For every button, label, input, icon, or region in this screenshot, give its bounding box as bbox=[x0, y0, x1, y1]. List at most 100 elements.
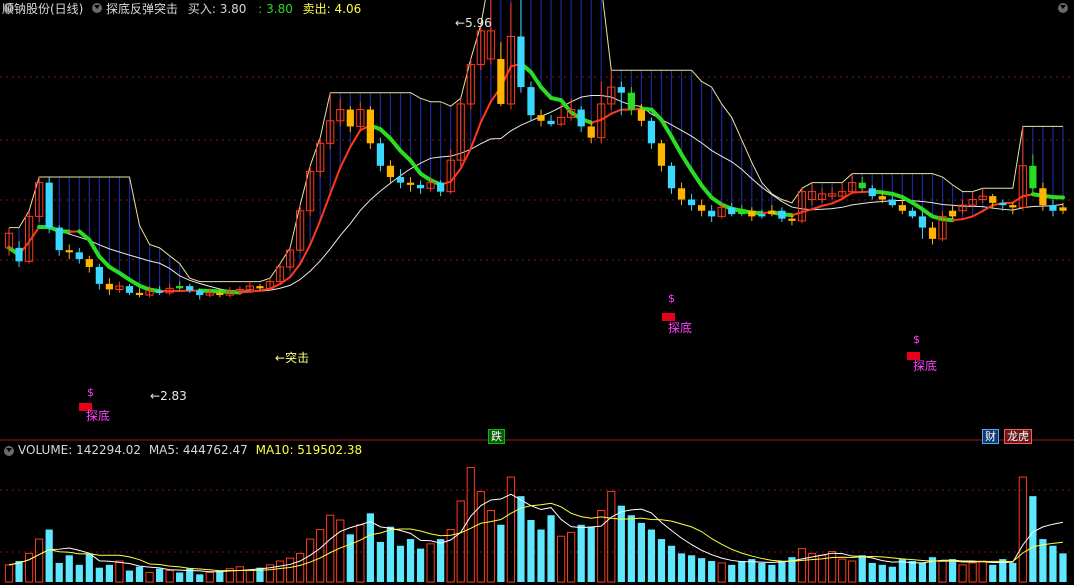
volume-bar bbox=[466, 467, 475, 583]
trend-line-segment bbox=[449, 167, 462, 183]
candle-body bbox=[125, 286, 134, 293]
candle-body bbox=[1029, 165, 1037, 189]
volume-bar bbox=[958, 564, 967, 583]
event-badge-dragon-tiger[interactable]: 龙虎 bbox=[1004, 429, 1032, 444]
stock-name: 顺钠股份(日线) bbox=[2, 2, 84, 16]
dip-label-1: 探底 bbox=[86, 409, 111, 423]
low-price-label: ←2.83 bbox=[150, 389, 187, 403]
candle-body bbox=[105, 283, 114, 290]
volume-bar bbox=[848, 560, 857, 583]
trend-line-segment bbox=[339, 146, 352, 169]
candle-body bbox=[256, 286, 264, 289]
trend-line-segment bbox=[279, 276, 292, 286]
volume-bar bbox=[145, 571, 154, 583]
trend-line-segment bbox=[349, 129, 362, 149]
candle-body bbox=[416, 184, 425, 189]
volume-bar bbox=[1059, 553, 1067, 582]
volume-bar bbox=[437, 539, 445, 582]
volume-bar bbox=[1009, 562, 1017, 582]
trend-line-segment bbox=[831, 197, 844, 205]
buy-value: 3.80 bbox=[219, 2, 247, 16]
volume-bar bbox=[65, 555, 73, 582]
volume-bar bbox=[868, 562, 876, 582]
volume-bar bbox=[698, 558, 706, 582]
candle-body bbox=[155, 290, 164, 293]
trend-line-segment bbox=[28, 226, 41, 243]
dip-label-3: 探底 bbox=[913, 359, 938, 373]
volume-bar bbox=[125, 570, 134, 582]
candle-body bbox=[948, 210, 957, 217]
candle-body bbox=[908, 210, 917, 217]
candle-body bbox=[497, 58, 505, 104]
volume-bar bbox=[677, 553, 686, 582]
volume-bar bbox=[797, 548, 807, 583]
candle-body bbox=[65, 250, 73, 253]
candle-body bbox=[406, 182, 415, 185]
trend-line-segment bbox=[329, 166, 342, 195]
trend-line-segment bbox=[801, 208, 814, 214]
volume-bar bbox=[597, 509, 606, 583]
volume-bar bbox=[768, 564, 776, 582]
event-badge-fall[interactable]: 跌 bbox=[488, 429, 505, 444]
volume-bar bbox=[1018, 476, 1027, 583]
candle-body bbox=[346, 109, 354, 127]
volume-bar bbox=[728, 564, 736, 582]
trend-line-segment bbox=[590, 118, 603, 124]
event-badge-finance[interactable]: 财 bbox=[982, 429, 999, 444]
volume-bar bbox=[285, 557, 295, 583]
buy-value-2: : 3.80 bbox=[258, 2, 293, 16]
volume-bar bbox=[316, 529, 325, 583]
candle-body bbox=[1039, 188, 1047, 206]
candle-body bbox=[918, 216, 927, 228]
candle-body bbox=[677, 188, 686, 200]
volume-bar bbox=[406, 539, 415, 582]
candle-body bbox=[999, 202, 1007, 206]
volume-bar bbox=[858, 555, 866, 582]
volume-bar bbox=[295, 552, 305, 583]
indicator-name: 探底反弹突击 bbox=[106, 2, 179, 16]
volume-bar bbox=[908, 561, 917, 582]
candle-body bbox=[587, 126, 595, 138]
collapse-icon[interactable] bbox=[1058, 3, 1068, 13]
trend-line-segment bbox=[528, 70, 544, 90]
volume-bar bbox=[687, 555, 696, 582]
upper-band-line bbox=[9, 0, 1063, 283]
slow-line bbox=[8, 95, 1064, 292]
kline-chart[interactable] bbox=[0, 0, 1074, 585]
high-price-label: ←5.96 bbox=[455, 16, 492, 30]
candle-body bbox=[637, 109, 646, 121]
sell-value: 4.06 bbox=[334, 2, 362, 16]
trend-line-segment bbox=[289, 262, 302, 279]
volume-bar bbox=[637, 522, 646, 582]
trend-line-segment bbox=[610, 108, 623, 115]
volume-menu-icon[interactable] bbox=[4, 446, 14, 456]
trend-line-segment bbox=[669, 134, 684, 157]
indicator-menu-icon[interactable] bbox=[92, 3, 102, 13]
trend-line-segment bbox=[971, 210, 984, 218]
volume-bar bbox=[1049, 545, 1057, 582]
volume-bar bbox=[647, 529, 656, 582]
volume-value: VOLUME: 142294.02 bbox=[18, 443, 141, 457]
volume-bar bbox=[587, 526, 595, 582]
volume-bar bbox=[105, 564, 114, 582]
candle-body bbox=[858, 182, 866, 189]
volume-bar bbox=[497, 524, 505, 582]
volume-bar bbox=[426, 543, 435, 583]
dip-marker-3: $ bbox=[913, 333, 920, 346]
dip-marker-2: $ bbox=[668, 292, 675, 305]
candle-body bbox=[1059, 207, 1067, 211]
volume-bar bbox=[336, 519, 345, 583]
trend-line-segment bbox=[961, 215, 974, 221]
candle-body bbox=[788, 218, 796, 221]
trend-line-segment bbox=[479, 100, 492, 124]
candle-body bbox=[376, 143, 385, 166]
candle-body bbox=[627, 92, 635, 110]
candle-body bbox=[1009, 205, 1017, 208]
dip-marker-1: $ bbox=[87, 386, 94, 399]
candle-body bbox=[687, 199, 696, 206]
candle-body bbox=[437, 182, 445, 192]
volume-bar bbox=[356, 524, 365, 583]
volume-bar bbox=[176, 572, 184, 582]
candle-body bbox=[45, 182, 53, 228]
volume-bar bbox=[55, 562, 63, 582]
